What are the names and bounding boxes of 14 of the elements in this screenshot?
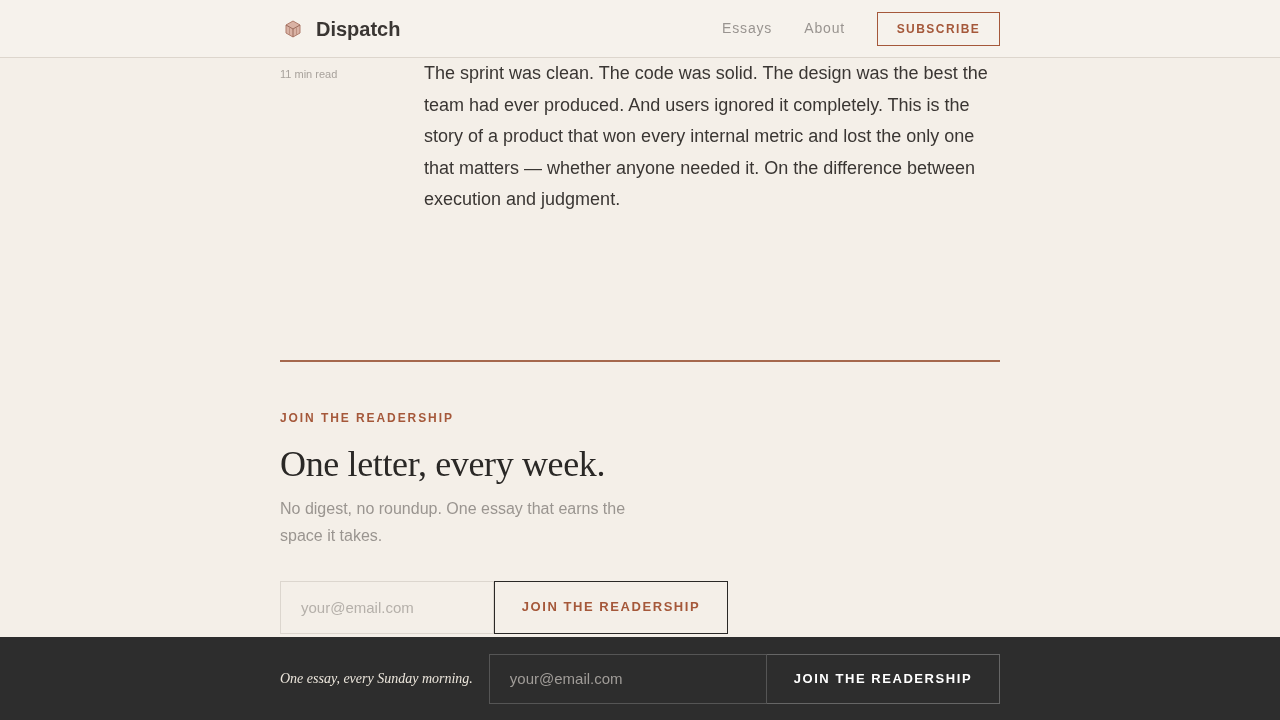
newsletter-description: No digest, no roundup. One essay that earns the space it takes. [280,498,627,546]
article-excerpt: The sprint was clean. The code was solid. The design was the best the team had ever produced. And users ignored it completely. This is the story of a product that won every internal metric and lost the only one that matters — whether anyone needed it. On the difference between execution and judgment. [424,62,989,211]
section-eyebrow: JOIN THE READERSHIP [280,410,455,425]
subscribe-button[interactable]: SUBSCRIBE [877,11,1000,46]
cube-logo-icon [284,19,302,38]
join-button[interactable]: JOIN THE READERSHIP [494,580,728,634]
email-input-field[interactable]: your@email.com [488,653,767,704]
join-button[interactable]: JOIN THE READERSHIP [766,653,1000,704]
nav-link[interactable]: Essays [722,18,773,39]
reading-time: 11 min read [280,68,338,80]
site-title[interactable]: Dispatch [316,13,401,44]
signup-tagline: One essay, every Sunday morning. [280,670,473,688]
nav-link[interactable]: About [804,18,845,39]
newsletter-heading: One letter, every week. [280,442,607,486]
